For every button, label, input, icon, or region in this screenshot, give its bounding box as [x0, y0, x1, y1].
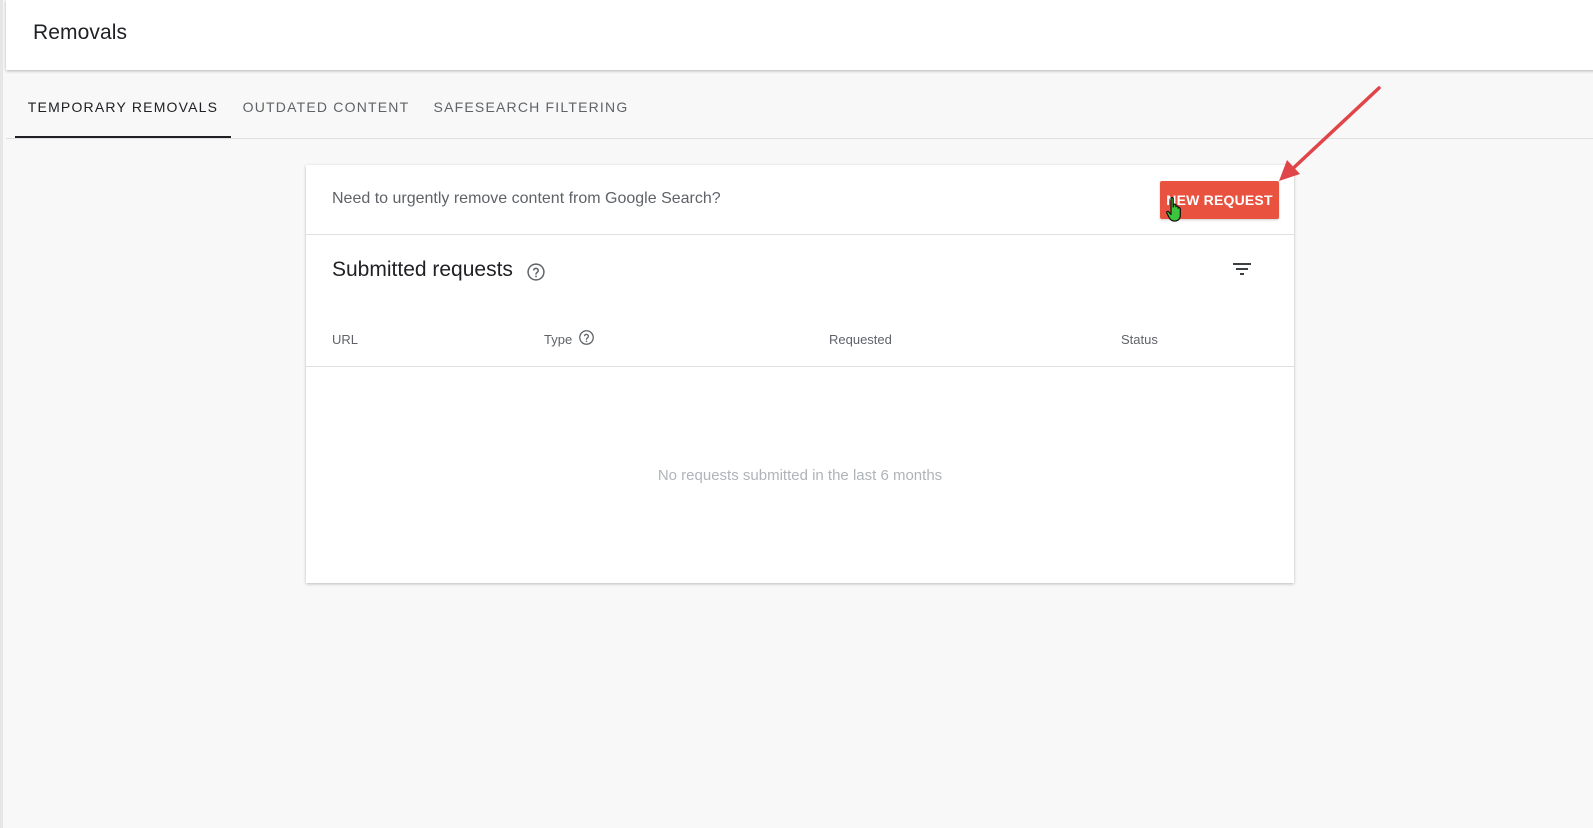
tab-outdated-content[interactable]: Outdated content [241, 70, 411, 138]
submitted-requests-title: Submitted requests [332, 258, 513, 281]
help-icon[interactable] [526, 262, 546, 282]
urgent-removal-prompt: Need to urgently remove content from Goo… [332, 190, 721, 207]
page-title: Removals [33, 21, 128, 44]
column-header-requested[interactable]: Requested [829, 332, 892, 347]
requests-table-header: URL Type Requested Status [306, 310, 1294, 367]
new-request-bar: Need to urgently remove content from Goo… [306, 165, 1294, 235]
column-header-status[interactable]: Status [1121, 332, 1158, 347]
app-window: Removals Temporary removals Outdated con… [0, 0, 1593, 828]
column-header-url[interactable]: URL [332, 332, 358, 347]
column-header-type[interactable]: Type [544, 332, 572, 347]
filter-icon[interactable] [1230, 257, 1254, 281]
removals-card: Need to urgently remove content from Goo… [306, 165, 1294, 583]
tab-bar: Temporary removals Outdated content Safe… [6, 70, 1593, 139]
type-help-icon[interactable] [578, 329, 595, 346]
app-header: Removals [6, 0, 1593, 70]
tab-safesearch-filtering[interactable]: SafeSearch filtering [431, 70, 631, 138]
new-request-button[interactable]: New request [1160, 181, 1279, 219]
empty-state-message: No requests submitted in the last 6 mont… [657, 467, 943, 484]
tab-temporary-removals[interactable]: Temporary removals [15, 70, 231, 138]
